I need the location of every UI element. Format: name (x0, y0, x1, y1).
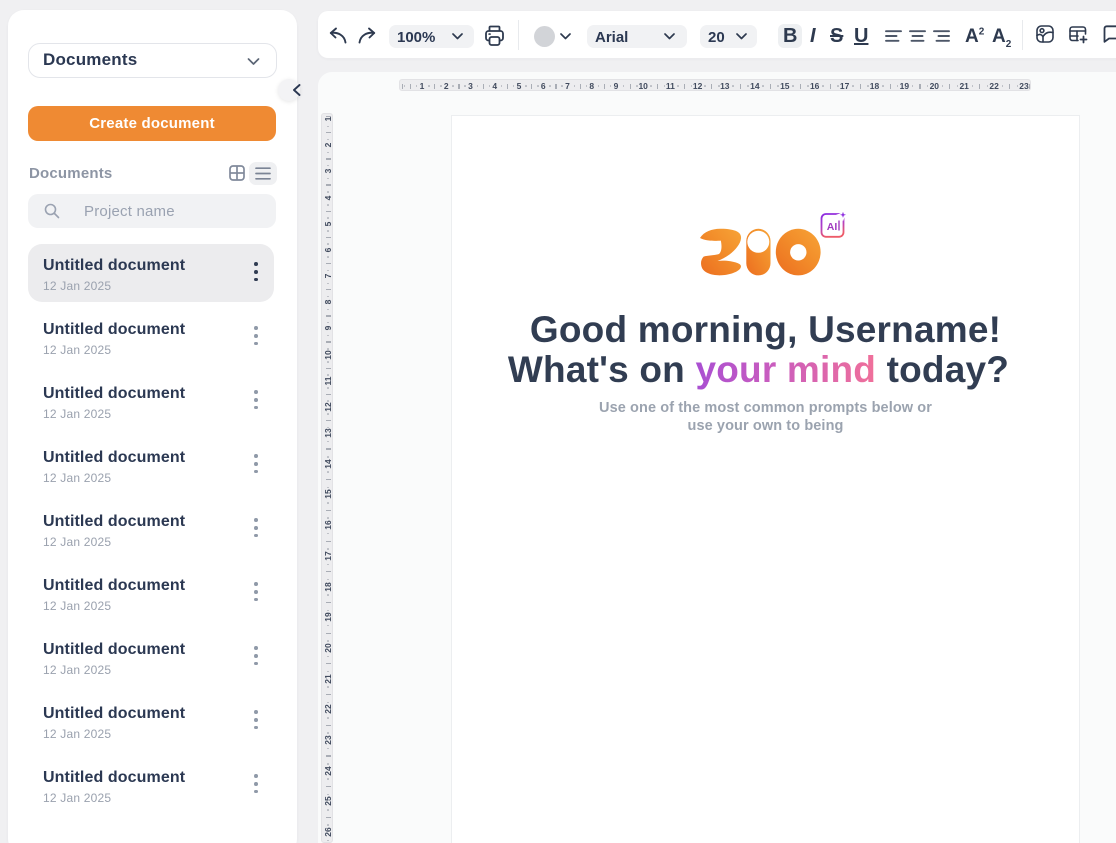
svg-text:AI: AI (827, 221, 838, 233)
